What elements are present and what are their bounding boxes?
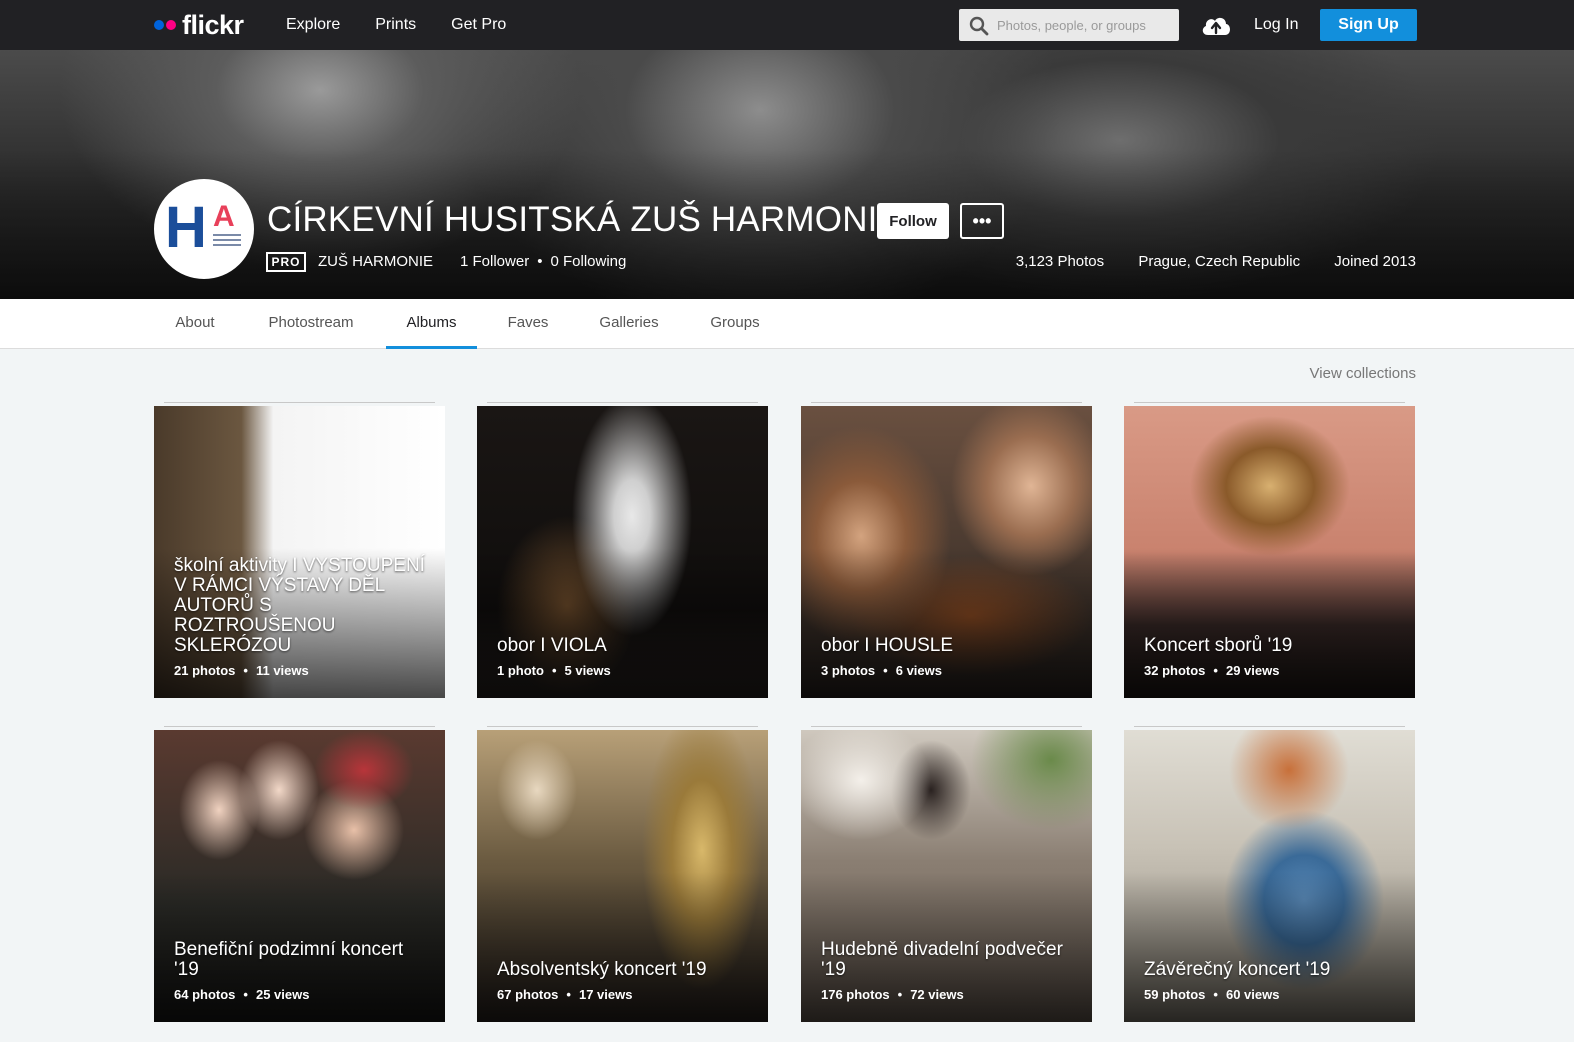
album-photo-count: 67 photos bbox=[497, 987, 559, 1002]
avatar-letter-a: A bbox=[213, 200, 235, 233]
nav-prints-link[interactable]: Prints bbox=[375, 16, 416, 34]
album-title: Absolventský koncert '19 bbox=[497, 959, 707, 980]
album-meta: 176 photos • 72 views bbox=[821, 987, 964, 1002]
location: Prague, Czech Republic bbox=[1138, 253, 1301, 270]
album-meta: 59 photos • 60 views bbox=[1144, 987, 1280, 1002]
photo-count: 3,123 Photos bbox=[1015, 253, 1105, 270]
album-photo-count: 1 photo bbox=[497, 663, 544, 678]
album-card[interactable]: obor I HOUSLE 3 photos • 6 views bbox=[801, 406, 1092, 698]
album-title: Koncert sborů '19 bbox=[1144, 635, 1293, 656]
profile-stats: 3,123 Photos Prague, Czech Republic Join… bbox=[986, 252, 1416, 272]
search-icon[interactable] bbox=[969, 16, 989, 36]
album-card[interactable]: Koncert sborů '19 32 photos • 29 views bbox=[1124, 406, 1415, 698]
album-card[interactable]: Závěrečný koncert '19 59 photos • 60 views bbox=[1124, 730, 1415, 1022]
album-view-count: 60 views bbox=[1225, 987, 1280, 1002]
avatar-lines-decoration bbox=[213, 234, 241, 249]
tab-faves[interactable]: Faves bbox=[490, 299, 566, 349]
album-title: obor I VIOLA bbox=[497, 635, 607, 656]
logo-pink-dot bbox=[166, 20, 176, 30]
flickr-logo[interactable]: flickr bbox=[154, 10, 244, 40]
album-meta: 1 photo • 5 views bbox=[497, 663, 611, 678]
album-photo-count: 176 photos bbox=[821, 987, 890, 1002]
album-title: Benefiční podzimní koncert '19 bbox=[174, 939, 404, 980]
album-photo-count: 3 photos bbox=[821, 663, 876, 678]
follow-counts: 1 Follower • 0 Following bbox=[460, 253, 627, 270]
album-card[interactable]: Benefiční podzimní koncert '19 64 photos… bbox=[154, 730, 445, 1022]
profile-tabs: About Photostream Albums Faves Galleries… bbox=[0, 299, 1574, 349]
album-photo-count: 32 photos bbox=[1144, 663, 1206, 678]
following-link[interactable]: 0 Following bbox=[550, 253, 626, 270]
avatar[interactable]: H A bbox=[154, 179, 254, 279]
logo-blue-dot bbox=[154, 20, 164, 30]
profile-username: ZUŠ HARMONIE bbox=[318, 253, 434, 270]
album-title: obor I HOUSLE bbox=[821, 635, 953, 656]
album-meta: 64 photos • 25 views bbox=[174, 987, 310, 1002]
album-view-count: 72 views bbox=[910, 987, 964, 1002]
top-navbar: flickr Explore Prints Get Pro Log In Sig… bbox=[0, 0, 1574, 50]
album-title: Závěrečný koncert '19 bbox=[1144, 959, 1331, 980]
login-link[interactable]: Log In bbox=[1254, 0, 1298, 50]
album-view-count: 11 views bbox=[255, 663, 309, 678]
main-nav: Explore Prints Get Pro bbox=[286, 0, 541, 50]
view-collections-link[interactable]: View collections bbox=[1310, 365, 1416, 382]
avatar-letter-h: H bbox=[165, 195, 207, 260]
search-box bbox=[959, 9, 1179, 41]
album-meta: 32 photos • 29 views bbox=[1144, 663, 1280, 678]
profile-name: CÍRKEVNÍ HUSITSKÁ ZUŠ HARMONIE bbox=[267, 200, 902, 239]
album-card[interactable]: obor I VIOLA 1 photo • 5 views bbox=[477, 406, 768, 698]
album-card[interactable]: Absolventský koncert '19 67 photos • 17 vi… bbox=[477, 730, 768, 1022]
upload-cloud-icon[interactable] bbox=[1200, 11, 1232, 39]
nav-get-pro-link[interactable]: Get Pro bbox=[451, 16, 506, 34]
album-view-count: 29 views bbox=[1225, 663, 1280, 678]
album-view-count: 6 views bbox=[895, 663, 942, 678]
nav-explore-link[interactable]: Explore bbox=[286, 16, 340, 34]
album-card[interactable]: školní aktivity I VYSTOUPENÍ V RÁMCI VÝS… bbox=[154, 406, 445, 698]
tab-galleries[interactable]: Galleries bbox=[579, 299, 679, 349]
joined-date: Joined 2013 bbox=[1334, 253, 1416, 270]
album-title: školní aktivity I VYSTOUPENÍ V RÁMCI VÝS… bbox=[174, 555, 425, 656]
followers-link[interactable]: 1 Follower bbox=[460, 253, 529, 270]
album-meta: 67 photos • 17 views bbox=[497, 987, 633, 1002]
tab-albums[interactable]: Albums bbox=[386, 299, 477, 349]
album-photo-count: 64 photos bbox=[174, 987, 236, 1002]
signup-button[interactable]: Sign Up bbox=[1320, 9, 1417, 41]
logo-wordmark: flickr bbox=[182, 9, 244, 40]
album-meta: 3 photos • 6 views bbox=[821, 663, 942, 678]
tab-photostream[interactable]: Photostream bbox=[248, 299, 374, 349]
album-view-count: 25 views bbox=[255, 987, 310, 1002]
album-view-count: 5 views bbox=[564, 663, 611, 678]
album-photo-count: 21 photos bbox=[174, 663, 236, 678]
album-title: Hudebně divadelní podvečer '19 bbox=[821, 939, 1063, 980]
album-meta: 21 photos • 11 views bbox=[174, 663, 309, 678]
pro-badge: PRO bbox=[266, 252, 306, 272]
more-options-button[interactable]: ••• bbox=[960, 203, 1004, 239]
cover-photo: H A CÍRKEVNÍ HUSITSKÁ ZUŠ HARMONIE Follo… bbox=[0, 50, 1574, 299]
album-photo-count: 59 photos bbox=[1144, 987, 1206, 1002]
tab-about[interactable]: About bbox=[155, 299, 235, 349]
follow-button[interactable]: Follow bbox=[877, 203, 949, 239]
tab-groups[interactable]: Groups bbox=[692, 299, 778, 349]
search-input[interactable] bbox=[997, 9, 1175, 41]
album-card[interactable]: Hudebně divadelní podvečer '19 176 photo… bbox=[801, 730, 1092, 1022]
album-view-count: 17 views bbox=[578, 987, 633, 1002]
